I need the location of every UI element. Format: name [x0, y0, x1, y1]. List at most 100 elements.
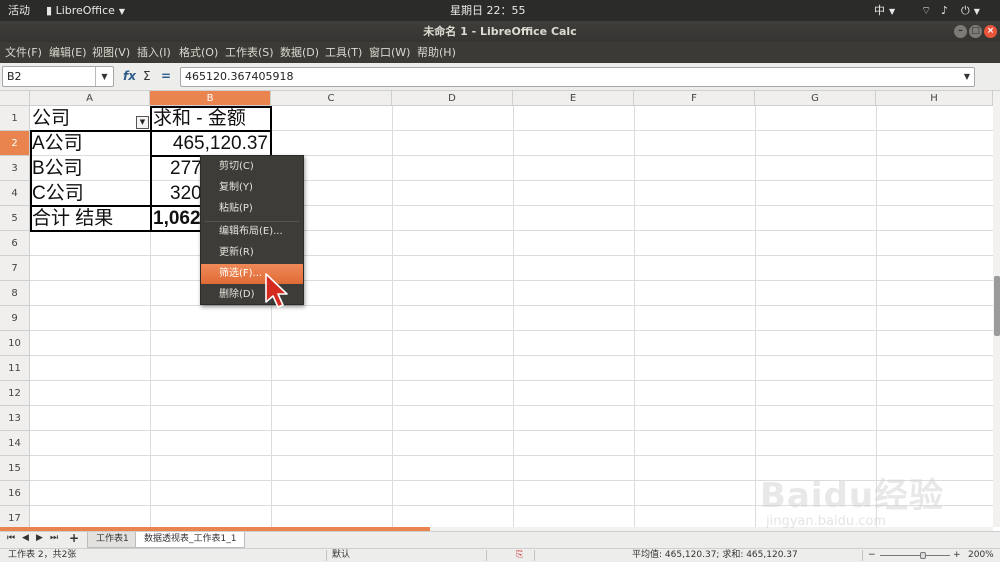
column-header-h[interactable]: H	[876, 91, 993, 106]
zoom-slider-knob[interactable]	[920, 552, 926, 559]
row-header-13[interactable]: 13	[0, 406, 30, 431]
prev-sheet-icon[interactable]: ◀	[22, 533, 29, 543]
cell-b3[interactable]: 277	[151, 156, 201, 181]
menu-file[interactable]: 文件(F)	[5, 42, 42, 63]
chevron-down-icon[interactable]: ▼	[960, 68, 974, 86]
page-style[interactable]: 默认	[332, 549, 350, 562]
row-header-4[interactable]: 4	[0, 181, 30, 206]
row-header-2[interactable]: 2	[0, 131, 30, 156]
row-header-7[interactable]: 7	[0, 256, 30, 281]
input-method-indicator[interactable]: 中 ▼	[874, 0, 895, 21]
menu-tools[interactable]: 工具(T)	[325, 42, 362, 63]
maximize-icon[interactable]: □	[969, 25, 982, 38]
zoom-in-icon[interactable]: +	[953, 549, 961, 562]
cell-b4[interactable]: 320	[151, 181, 201, 206]
table-border	[150, 106, 272, 108]
last-sheet-icon[interactable]: ⏭	[50, 533, 58, 543]
input-method-label: 中	[874, 4, 885, 17]
row-header-15[interactable]: 15	[0, 456, 30, 481]
cell-a3[interactable]: B公司	[30, 156, 150, 181]
row-header-12[interactable]: 12	[0, 381, 30, 406]
status-separator	[534, 550, 535, 561]
cell-a5[interactable]: 合计 结果	[30, 206, 150, 231]
row-header-16[interactable]: 16	[0, 481, 30, 506]
clock[interactable]: 星期日 22：55	[450, 0, 526, 21]
chevron-down-icon[interactable]: ▼	[95, 67, 113, 86]
row-header-3[interactable]: 3	[0, 156, 30, 181]
formula-equals-icon[interactable]: =	[161, 69, 171, 83]
function-wizard-icon[interactable]: fx	[123, 69, 136, 83]
row-header-9[interactable]: 9	[0, 306, 30, 331]
column-header-g[interactable]: G	[755, 91, 876, 106]
volume-icon[interactable]: ♪	[941, 0, 948, 21]
first-sheet-icon[interactable]: ⏮	[7, 533, 15, 543]
cell-b1[interactable]: 求和 - 金额	[151, 106, 271, 131]
zoom-level[interactable]: 200%	[968, 549, 994, 562]
tab-pivot-sheet[interactable]: 数据透视表_工作表1_1	[135, 532, 246, 548]
menu-bar: 文件(F) 编辑(E) 视图(V) 插入(I) 格式(O) 工作表(S) 数据(…	[0, 42, 1000, 63]
menu-item-edit-layout[interactable]: 编辑布局(E)...	[201, 222, 303, 242]
table-border	[30, 130, 150, 132]
row-header-17[interactable]: 17	[0, 506, 30, 527]
row-header-6[interactable]: 6	[0, 231, 30, 256]
cell-a2[interactable]: A公司	[30, 131, 150, 156]
cell-a4[interactable]: C公司	[30, 181, 150, 206]
gridline	[30, 355, 993, 356]
menu-insert[interactable]: 插入(I)	[137, 42, 171, 63]
column-header-f[interactable]: F	[634, 91, 755, 106]
selection-summary[interactable]: 平均值: 465,120.37; 求和: 465,120.37	[632, 549, 798, 562]
row-header-1[interactable]: 1	[0, 106, 30, 131]
system-top-bar: 活动 ▮ LibreOffice ▼ 星期日 22：55 中 ▼ ⌔ ♪ ⏻ ▼	[0, 0, 1000, 21]
gridline	[30, 305, 993, 306]
app-menu[interactable]: ▮ LibreOffice ▼	[46, 0, 125, 21]
cell-a1[interactable]: 公司	[30, 106, 150, 131]
column-header-e[interactable]: E	[513, 91, 634, 106]
filter-dropdown-button[interactable]: ▼	[136, 116, 149, 129]
zoom-out-icon[interactable]: −	[868, 549, 876, 562]
menu-window[interactable]: 窗口(W)	[369, 42, 410, 63]
menu-view[interactable]: 视图(V)	[92, 42, 130, 63]
row-header-11[interactable]: 11	[0, 356, 30, 381]
sum-icon[interactable]: Σ	[143, 69, 151, 83]
gridline	[30, 430, 993, 431]
menu-item-cut[interactable]: 剪切(C)	[201, 157, 303, 177]
zoom-slider[interactable]	[880, 555, 950, 556]
activities-button[interactable]: 活动	[8, 0, 30, 21]
row-header-14[interactable]: 14	[0, 431, 30, 456]
menu-sheet[interactable]: 工作表(S)	[225, 42, 274, 63]
gridline	[30, 330, 993, 331]
close-icon[interactable]: ×	[984, 25, 997, 38]
column-header-c[interactable]: C	[271, 91, 392, 106]
minimize-icon[interactable]: –	[954, 25, 967, 38]
wifi-icon[interactable]: ⌔	[921, 0, 931, 21]
menu-edit[interactable]: 编辑(E)	[49, 42, 87, 63]
menu-format[interactable]: 格式(O)	[179, 42, 218, 63]
menu-item-refresh[interactable]: 更新(R)	[201, 243, 303, 263]
tab-sheet1[interactable]: 工作表1	[87, 532, 138, 548]
menu-help[interactable]: 帮助(H)	[417, 42, 456, 63]
select-all-corner[interactable]	[0, 91, 30, 106]
add-sheet-icon[interactable]: +	[69, 531, 79, 545]
power-icon[interactable]: ⏻ ▼	[961, 0, 980, 21]
menu-item-copy[interactable]: 复制(Y)	[201, 178, 303, 198]
row-header-10[interactable]: 10	[0, 331, 30, 356]
row-header-8[interactable]: 8	[0, 281, 30, 306]
next-sheet-icon[interactable]: ▶	[36, 533, 43, 543]
column-header-d[interactable]: D	[392, 91, 513, 106]
column-header-a[interactable]: A	[30, 91, 150, 106]
menu-data[interactable]: 数据(D)	[280, 42, 319, 63]
name-box[interactable]: B2 ▼	[2, 66, 114, 87]
row-header-5[interactable]: 5	[0, 206, 30, 231]
vertical-scrollbar[interactable]	[993, 91, 1000, 527]
cell-b5[interactable]: 1,062	[151, 206, 201, 231]
gridline	[30, 280, 993, 281]
table-border	[150, 106, 152, 231]
scrollbar-thumb[interactable]	[994, 276, 1000, 336]
formula-input[interactable]: 465120.367405918 ▼	[180, 67, 975, 87]
cell-cursor	[150, 130, 272, 157]
formula-bar: B2 ▼ fx Σ = 465120.367405918 ▼	[0, 63, 1000, 91]
menu-item-paste[interactable]: 粘贴(P)	[201, 199, 303, 219]
chevron-down-icon: ▼	[118, 7, 126, 16]
column-header-b[interactable]: B	[150, 91, 271, 106]
document-icon: ▮	[46, 4, 53, 17]
